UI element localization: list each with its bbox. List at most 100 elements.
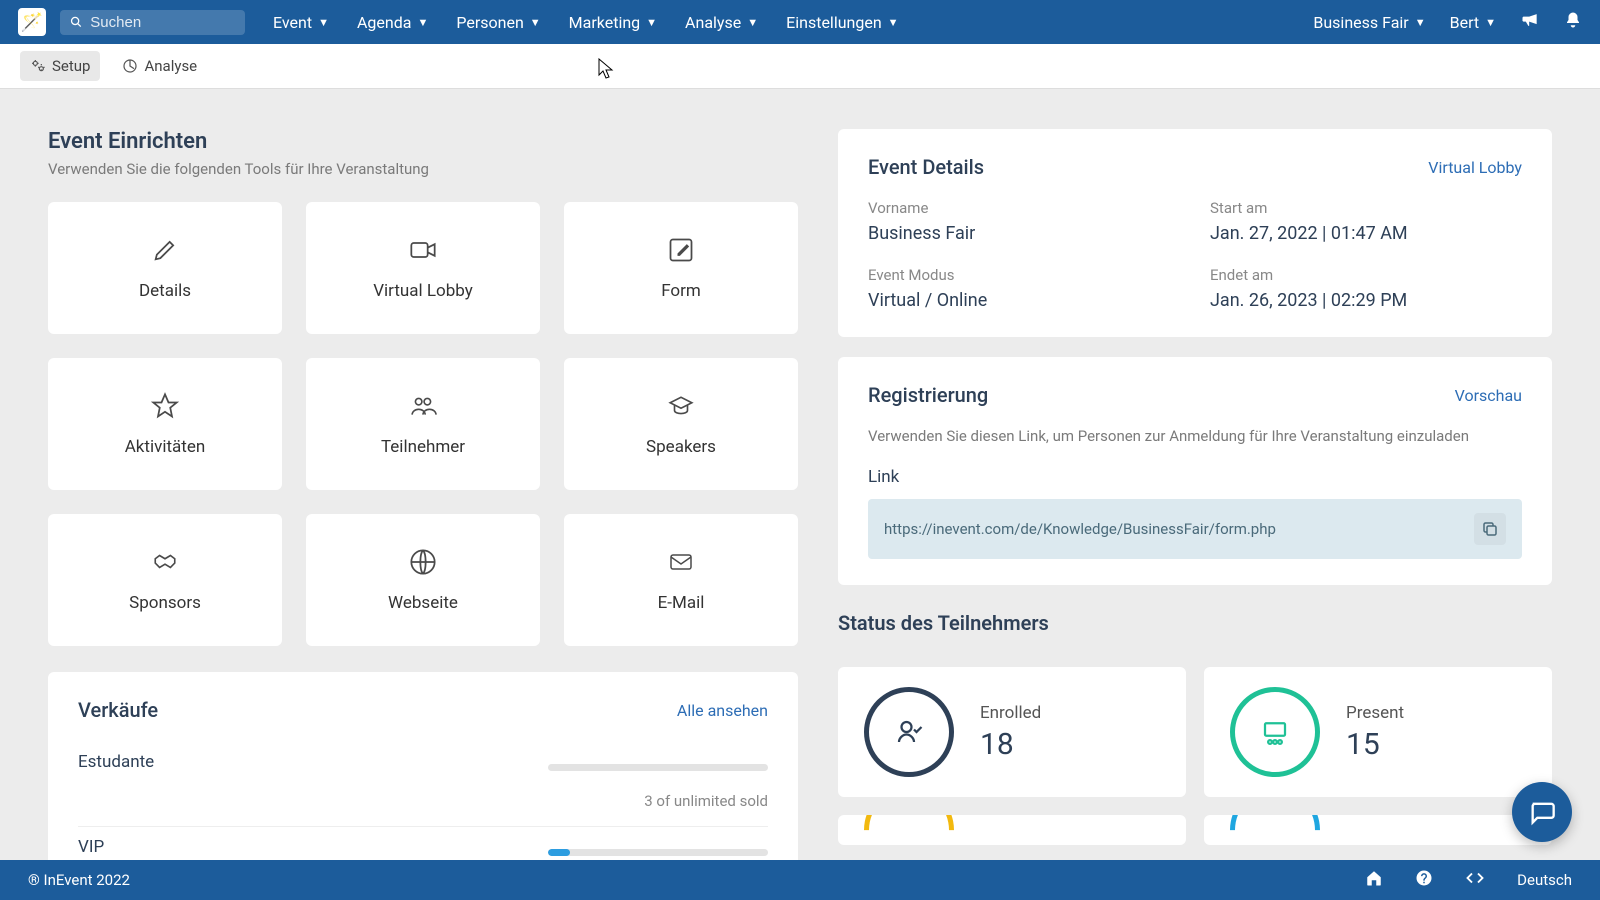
home-icon[interactable]: [1365, 869, 1383, 892]
value-start: Jan. 27, 2022 | 01:47 AM: [1210, 223, 1522, 244]
tool-email[interactable]: E-Mail: [564, 514, 798, 646]
language-switcher[interactable]: Deutsch: [1517, 871, 1572, 889]
gears-icon: [30, 58, 46, 74]
sub-tabs: Setup Analyse: [0, 44, 1600, 89]
tool-speakers[interactable]: Speakers: [564, 358, 798, 490]
nav-analyse[interactable]: Analyse▼: [685, 13, 758, 32]
value-modus: Virtual / Online: [868, 290, 1180, 311]
label-end: Endet am: [1210, 266, 1522, 284]
status-value: 15: [1346, 727, 1404, 762]
tool-activities[interactable]: Aktivitäten: [48, 358, 282, 490]
main-nav: Event▼ Agenda▼ Personen▼ Marketing▼ Anal…: [273, 13, 899, 32]
chevron-down-icon: ▼: [1485, 16, 1496, 29]
graduation-cap-icon: [666, 391, 696, 421]
logo[interactable]: 🪄: [18, 8, 46, 36]
nav-event[interactable]: Event▼: [273, 13, 329, 32]
people-icon: [408, 391, 438, 421]
chevron-down-icon: ▼: [417, 16, 428, 29]
tool-form[interactable]: Form: [564, 202, 798, 334]
ring-icon: [1211, 815, 1338, 845]
ring-icon: [864, 687, 954, 777]
status-invited[interactable]: [1204, 815, 1552, 845]
camera-icon: [408, 235, 438, 265]
copy-button[interactable]: [1474, 513, 1506, 545]
nav-einstellungen[interactable]: Einstellungen▼: [786, 13, 898, 32]
footer: ® InEvent 2022 Deutsch: [0, 860, 1600, 900]
globe-icon: [408, 547, 438, 577]
progress-bar: [548, 849, 768, 856]
search-wrap[interactable]: [60, 10, 245, 35]
sales-card: Verkäufe Alle ansehen Estudante 3 of unl…: [48, 672, 798, 860]
attendee-status-title: Status des Teilnehmers: [838, 611, 1552, 635]
subtab-analyse[interactable]: Analyse: [112, 51, 207, 81]
event-details-title: Event Details: [868, 155, 984, 179]
status-enrolled[interactable]: Enrolled 18: [838, 667, 1186, 797]
tool-details[interactable]: Details: [48, 202, 282, 334]
sale-item-stat: 3 of unlimited sold: [78, 792, 768, 810]
status-label: Present: [1346, 703, 1404, 723]
pencil-icon: [150, 235, 180, 265]
topbar: 🪄 Event▼ Agenda▼ Personen▼ Marketing▼ An…: [0, 0, 1600, 44]
sale-item: Estudante 3 of unlimited sold: [78, 742, 768, 827]
tool-website[interactable]: Webseite: [306, 514, 540, 646]
megaphone-icon[interactable]: [1520, 10, 1540, 35]
chevron-down-icon: ▼: [646, 16, 657, 29]
registration-url: https://inevent.com/de/Knowledge/Busines…: [884, 520, 1276, 538]
nav-personen[interactable]: Personen▼: [456, 13, 540, 32]
edit-square-icon: [666, 235, 696, 265]
content-area: Event Einrichten Verwenden Sie die folge…: [0, 89, 1600, 860]
bell-icon[interactable]: [1564, 11, 1582, 34]
search-icon: [70, 15, 82, 29]
subtab-setup[interactable]: Setup: [20, 51, 100, 81]
chat-fab[interactable]: [1512, 782, 1572, 842]
label-start: Start am: [1210, 199, 1522, 217]
registration-link-field[interactable]: https://inevent.com/de/Knowledge/Busines…: [868, 499, 1522, 559]
chevron-down-icon: ▼: [1415, 16, 1426, 29]
ring-icon: [1230, 687, 1320, 777]
user-menu[interactable]: Bert▼: [1450, 13, 1496, 32]
tool-sponsors[interactable]: Sponsors: [48, 514, 282, 646]
setup-subtitle: Verwenden Sie die folgenden Tools für Ih…: [48, 160, 798, 178]
link-label: Link: [868, 467, 1522, 487]
star-icon: [150, 391, 180, 421]
value-vorname: Business Fair: [868, 223, 1180, 244]
nav-marketing[interactable]: Marketing▼: [569, 13, 657, 32]
registration-card: Registrierung Vorschau Verwenden Sie die…: [838, 357, 1552, 585]
status-grid: Enrolled 18 Present 15: [838, 667, 1552, 845]
tools-grid: Details Virtual Lobby Form Aktivitäten T…: [48, 202, 798, 646]
setup-title: Event Einrichten: [48, 129, 798, 154]
tool-attendees[interactable]: Teilnehmer: [306, 358, 540, 490]
mail-icon: [666, 547, 696, 577]
company-switcher[interactable]: Business Fair▼: [1313, 13, 1425, 32]
search-input[interactable]: [90, 14, 235, 31]
registration-title: Registrierung: [868, 383, 988, 407]
help-icon[interactable]: [1415, 869, 1433, 892]
event-details-card: Event Details Virtual Lobby VornameBusin…: [838, 129, 1552, 337]
sale-item-name: Estudante: [78, 752, 154, 772]
chevron-down-icon: ▼: [888, 16, 899, 29]
registration-subtitle: Verwenden Sie diesen Link, um Personen z…: [868, 427, 1522, 445]
status-value: 18: [980, 727, 1041, 762]
virtual-lobby-link[interactable]: Virtual Lobby: [1428, 158, 1522, 177]
status-label: Enrolled: [980, 703, 1041, 723]
chevron-down-icon: ▼: [747, 16, 758, 29]
status-waitlist[interactable]: [838, 815, 1186, 845]
ring-icon: [845, 815, 972, 845]
chart-icon: [122, 58, 138, 74]
chevron-down-icon: ▼: [318, 16, 329, 29]
code-icon[interactable]: [1465, 869, 1485, 892]
tool-virtual-lobby[interactable]: Virtual Lobby: [306, 202, 540, 334]
value-end: Jan. 26, 2023 | 02:29 PM: [1210, 290, 1522, 311]
nav-agenda[interactable]: Agenda▼: [357, 13, 428, 32]
sales-view-all[interactable]: Alle ansehen: [677, 701, 768, 720]
progress-bar: [548, 764, 768, 771]
status-present[interactable]: Present 15: [1204, 667, 1552, 797]
sales-title: Verkäufe: [78, 698, 158, 722]
copy-icon: [1481, 520, 1499, 538]
chevron-down-icon: ▼: [530, 16, 541, 29]
footer-copyright: ® InEvent 2022: [28, 871, 130, 889]
preview-link[interactable]: Vorschau: [1455, 386, 1522, 405]
sale-item: VIP 5 of 50 sold: [78, 827, 768, 860]
chat-icon: [1528, 798, 1556, 826]
sale-item-name: VIP: [78, 837, 104, 857]
